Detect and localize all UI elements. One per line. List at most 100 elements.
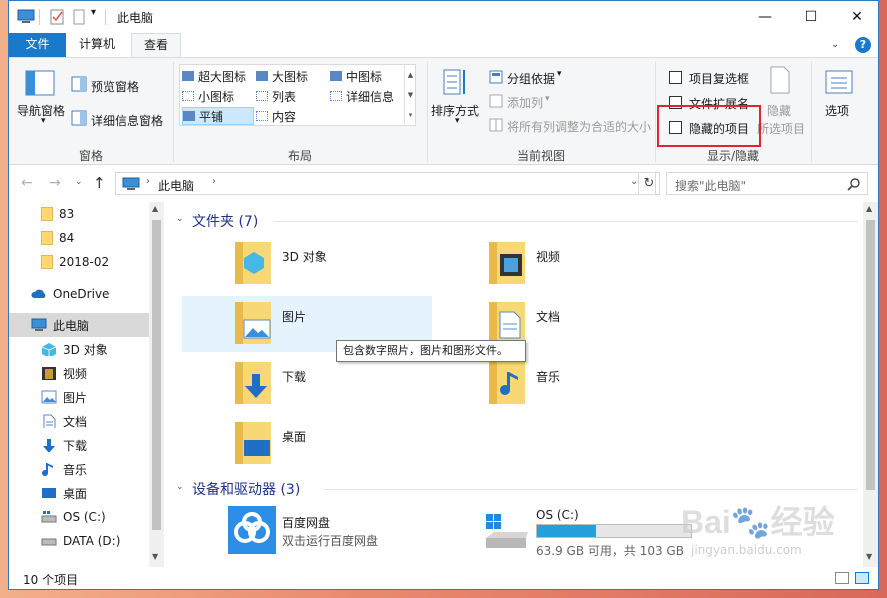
- forward-arrow-icon[interactable]: →: [49, 175, 61, 191]
- chevron-down-icon[interactable]: ▾: [91, 7, 96, 18]
- refresh-icon[interactable]: ↻: [638, 172, 660, 195]
- tab-view[interactable]: 查看: [131, 33, 182, 57]
- folder-3d-objects[interactable]: 3D 对象: [234, 238, 434, 288]
- cloud-icon: [31, 289, 46, 298]
- large-icons-view-icon[interactable]: [855, 572, 869, 584]
- search-input[interactable]: 搜索"此电脑": [675, 177, 746, 194]
- properties-icon[interactable]: [49, 9, 65, 25]
- content-scrollbar[interactable]: ▲ ▼: [863, 202, 878, 567]
- scroll-down-icon[interactable]: ▼: [152, 552, 158, 561]
- close-button[interactable]: ✕: [834, 1, 878, 33]
- group-by-button[interactable]: 分组依据: [507, 70, 555, 87]
- medium-icons-icon: [330, 71, 342, 81]
- folder-pictures-icon: [235, 302, 271, 344]
- tab-file[interactable]: 文件: [9, 33, 66, 57]
- sidebar-item-label: OS (C:): [63, 510, 106, 524]
- navigation-bar: ← → ⌄ ↑ › 此电脑 › ⌄ ↻ 搜索"此电脑": [9, 166, 878, 202]
- computer-icon: [122, 177, 140, 190]
- layout-label: 小图标: [198, 89, 235, 104]
- desktop-icon: [42, 488, 56, 498]
- details-icon: [330, 91, 342, 101]
- folder-downloads-icon: [235, 362, 271, 404]
- scroll-down-icon[interactable]: ▼: [866, 552, 872, 561]
- layout-label: 平铺: [199, 109, 224, 124]
- tab-computer[interactable]: 计算机: [67, 33, 127, 57]
- group-label-current-view: 当前视图: [516, 149, 565, 163]
- folder-music[interactable]: 音乐: [488, 358, 688, 408]
- layout-option-medium[interactable]: 中图标: [330, 67, 406, 85]
- hide-selected-label[interactable]: 隐藏: [767, 102, 791, 119]
- group-label-show-hide: 显示/隐藏: [706, 149, 760, 163]
- search-icon[interactable]: [847, 177, 861, 191]
- highlight-box: [657, 105, 761, 147]
- back-arrow-icon[interactable]: ←: [21, 175, 33, 191]
- item-checkboxes-checkbox[interactable]: [669, 71, 682, 84]
- scroll-up-icon[interactable]: ▲: [152, 204, 158, 213]
- nav-pane-button[interactable]: 导航窗格 ▾: [17, 66, 69, 146]
- device-baidu-netdisk[interactable]: 百度网盘 双击运行百度网盘: [228, 506, 448, 556]
- drive-icon: [41, 511, 57, 523]
- details-pane-icon: [71, 110, 87, 126]
- layout-option-list[interactable]: 列表: [256, 87, 332, 105]
- address-bar[interactable]: › 此电脑 › ⌄: [115, 172, 656, 195]
- layout-scroll[interactable]: ▲ ▼ ▾: [404, 65, 416, 125]
- sidebar-item-label: 84: [59, 231, 75, 245]
- chevron-right-icon[interactable]: ›: [146, 176, 150, 187]
- chevron-down-icon[interactable]: ⌄: [75, 177, 83, 187]
- chevron-down-icon[interactable]: ⌄: [176, 214, 184, 224]
- device-os-c[interactable]: OS (C:) 63.9 GB 可用，共 103 GB: [484, 506, 704, 558]
- folder-videos[interactable]: 视频: [488, 238, 688, 288]
- content-scroll-thumb[interactable]: [866, 220, 875, 490]
- sidebar-item-label: 此电脑: [53, 318, 90, 333]
- new-folder-icon[interactable]: [71, 9, 87, 25]
- add-column-button[interactable]: 添加列: [507, 94, 543, 111]
- scroll-up-icon[interactable]: ▲: [866, 204, 872, 213]
- sidebar-item-label: 文档: [63, 414, 88, 429]
- minimize-button[interactable]: —: [742, 1, 788, 33]
- small-icons-icon: [182, 91, 194, 101]
- layout-option-small[interactable]: 小图标: [182, 87, 258, 105]
- layout-option-content[interactable]: 内容: [256, 107, 332, 125]
- chevron-down-icon: ▾: [557, 69, 562, 79]
- chevron-down-icon[interactable]: ⌄: [831, 39, 839, 50]
- layout-gallery: 超大图标 大图标 中图标 小图标 列表 详细信息 平铺 内容 ▲ ▼ ▾: [179, 64, 416, 126]
- layout-option-tiles[interactable]: 平铺: [182, 107, 254, 125]
- options-button[interactable]: 选项: [825, 102, 849, 119]
- chevron-down-icon[interactable]: ⌄: [176, 482, 184, 492]
- folder-desktop[interactable]: 桌面: [234, 418, 434, 468]
- chevron-right-icon[interactable]: ›: [212, 176, 216, 187]
- section-title-folders[interactable]: 文件夹 (7): [192, 211, 258, 231]
- sidebar-scrollbar[interactable]: ▲ ▼: [149, 202, 164, 567]
- folder-icon: [41, 255, 53, 269]
- fit-columns-button[interactable]: 将所有列调整为合适的大小: [507, 118, 651, 135]
- help-icon[interactable]: ?: [855, 37, 871, 53]
- tiles-icon: [183, 111, 195, 121]
- document-icon: [43, 414, 56, 428]
- preview-pane-button[interactable]: 预览窗格: [91, 78, 139, 95]
- watermark-url: jingyan.baidu.com: [691, 543, 802, 557]
- preview-pane-icon: [71, 76, 87, 92]
- folder-video-icon: [489, 242, 525, 284]
- up-arrow-icon[interactable]: ↑: [93, 174, 106, 192]
- details-view-icon[interactable]: [835, 572, 849, 584]
- breadcrumb-this-pc[interactable]: 此电脑: [158, 177, 194, 194]
- sidebar-scroll-thumb[interactable]: [152, 220, 161, 530]
- layout-option-xlarge[interactable]: 超大图标: [182, 67, 258, 85]
- layout-option-large[interactable]: 大图标: [256, 67, 332, 85]
- maximize-button[interactable]: ☐: [788, 1, 834, 33]
- sidebar-item-label: 音乐: [63, 462, 88, 477]
- search-box[interactable]: 搜索"此电脑": [666, 172, 868, 195]
- folder-desktop-icon: [235, 422, 271, 464]
- sort-icon: [443, 69, 465, 95]
- folder-downloads[interactable]: 下载: [234, 358, 434, 408]
- add-column-icon: [489, 94, 503, 108]
- details-pane-button[interactable]: 详细信息窗格: [91, 112, 163, 129]
- layout-option-details[interactable]: 详细信息: [330, 87, 406, 105]
- sidebar-item-label: 图片: [63, 390, 88, 405]
- hide-selected-icon: [770, 66, 790, 94]
- explorer-window: ▾ 此电脑 — ☐ ✕ 文件 计算机 查看 ⌄ ? 导航窗格 ▾ 预览窗格 详细…: [8, 0, 879, 590]
- paw-icon: 🐾: [730, 504, 771, 540]
- large-icons-icon: [256, 71, 268, 81]
- options-icon: [825, 70, 853, 94]
- section-title-devices[interactable]: 设备和驱动器 (3): [192, 479, 300, 499]
